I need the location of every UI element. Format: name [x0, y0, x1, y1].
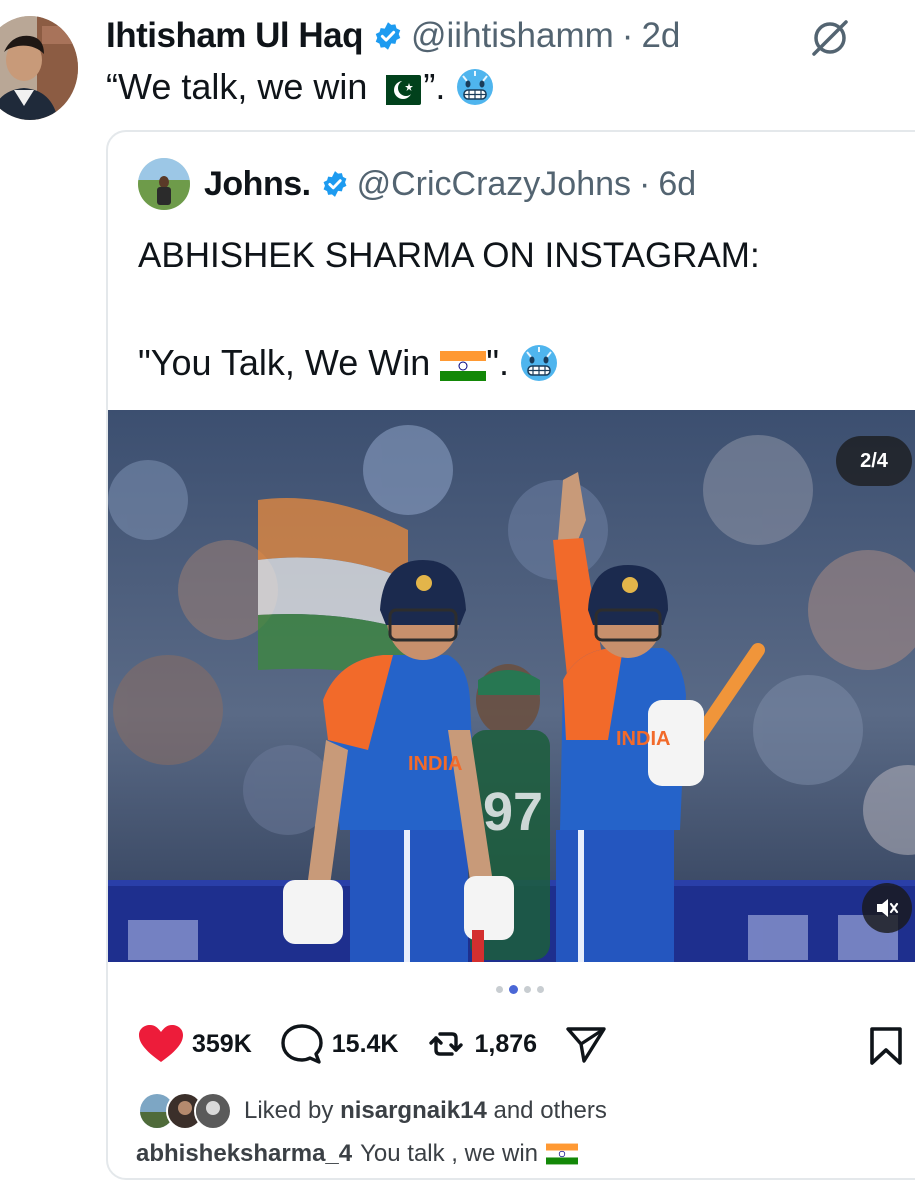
- quoted-post-card[interactable]: Johns. @CricCrazyJohns · 6d ABHISHEK SHA…: [106, 130, 915, 1180]
- quote-author-avatar[interactable]: [138, 158, 190, 210]
- author-handle[interactable]: @iihtishamm: [411, 16, 614, 56]
- carousel-dot-active[interactable]: [509, 985, 518, 994]
- liked-by-suffix: and others: [493, 1097, 607, 1124]
- heart-icon: [139, 1025, 183, 1062]
- carousel-dots: [496, 985, 544, 994]
- tweet-header: Ihtisham Ul Haq @iihtishamm · 2d: [106, 14, 680, 58]
- post-media-image[interactable]: 97 INDIA INDIA 2/4: [108, 410, 915, 962]
- bookmark-icon: [870, 1027, 902, 1065]
- liked-by-row: Liked by nisargnaik14 and others: [138, 1092, 607, 1130]
- caption-text: You talk , we win: [360, 1140, 539, 1167]
- speaker-muted-icon: [877, 899, 899, 917]
- carousel-dot[interactable]: [524, 986, 531, 993]
- quote-author-handle[interactable]: @CricCrazyJohns: [357, 165, 631, 204]
- india-flag-icon: [440, 348, 487, 381]
- media-counter-badge: 2/4: [836, 436, 912, 486]
- share-button[interactable]: [565, 1024, 615, 1064]
- verified-badge-icon: [373, 21, 403, 51]
- jersey-text-right: INDIA: [616, 728, 670, 750]
- quote-text-line2-main: "You Talk, We Win: [138, 342, 431, 383]
- repost-icon: [429, 1032, 464, 1056]
- carousel-dot[interactable]: [496, 986, 503, 993]
- bookmark-button[interactable]: [866, 1026, 906, 1071]
- separator: ·: [621, 16, 634, 55]
- grok-icon[interactable]: [806, 18, 854, 58]
- quote-time[interactable]: 6d: [658, 165, 696, 204]
- india-flag-icon: [546, 1143, 579, 1165]
- comment-count: 15.4K: [331, 1029, 399, 1058]
- liked-by-text: Liked by nisargnaik14 and others: [244, 1097, 607, 1125]
- quote-author-name[interactable]: Johns.: [204, 165, 311, 204]
- quote-text-line1: ABHISHEK SHARMA ON INSTAGRAM:: [138, 236, 760, 275]
- carousel-dot[interactable]: [537, 986, 544, 993]
- separator: ·: [639, 164, 651, 203]
- cold-face-emoji-icon: [455, 67, 495, 107]
- tweet-time[interactable]: 2d: [641, 16, 680, 56]
- liked-by-user[interactable]: nisargnaik14: [340, 1097, 487, 1124]
- cold-face-emoji-icon: [519, 343, 559, 383]
- quote-text-line2: "You Talk, We Win ".: [138, 342, 559, 384]
- comment-bubble-icon: [281, 1024, 323, 1064]
- like-button[interactable]: 359K: [138, 1024, 252, 1064]
- quote-text-line2-end: ".: [486, 342, 510, 383]
- tweet-text: “We talk, we win ”.: [106, 66, 495, 108]
- pakistan-flag-icon: [375, 72, 422, 105]
- jersey-text: INDIA: [408, 753, 462, 775]
- send-paper-plane-icon: [566, 1027, 606, 1063]
- repost-count: 1,876: [474, 1029, 538, 1058]
- mute-button[interactable]: [862, 883, 912, 933]
- liked-by-prefix: Liked by: [244, 1097, 334, 1124]
- instagram-caption: abhisheksharma_4 You talk , we win: [136, 1140, 579, 1168]
- like-count: 359K: [192, 1029, 252, 1058]
- jersey-number: 97: [483, 782, 543, 842]
- verified-badge-icon: [321, 170, 349, 198]
- tweet-text-main: “We talk, we win: [106, 66, 368, 107]
- caption-username[interactable]: abhisheksharma_4: [136, 1140, 352, 1168]
- author-name[interactable]: Ihtisham Ul Haq: [106, 16, 363, 56]
- action-bar: 359K 15.4K 1,876: [138, 1022, 643, 1066]
- quote-header: Johns. @CricCrazyJohns · 6d: [138, 158, 696, 210]
- avatar: [194, 1092, 232, 1130]
- liked-by-avatars[interactable]: [138, 1092, 232, 1130]
- repost-button[interactable]: 1,876: [426, 1024, 537, 1064]
- author-avatar[interactable]: [0, 16, 78, 120]
- tweet-text-end: ”.: [423, 66, 446, 107]
- comment-button[interactable]: 15.4K: [280, 1023, 399, 1065]
